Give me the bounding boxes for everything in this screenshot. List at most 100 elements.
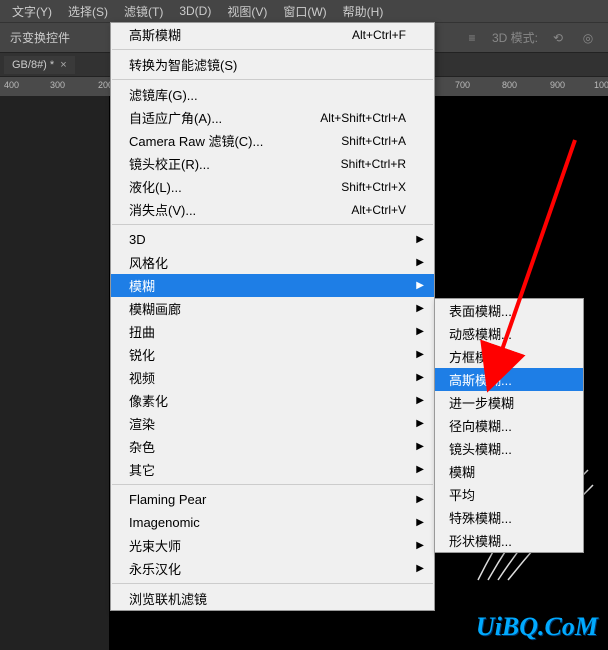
menu-other-sub[interactable]: 其它 ▶ <box>111 458 434 481</box>
submenu-arrow-icon: ▶ <box>416 540 424 551</box>
menu-distort-sub[interactable]: 扭曲 ▶ <box>111 320 434 343</box>
menu-item-label: 3D <box>129 232 146 247</box>
submenu-arrow-icon: ▶ <box>416 257 424 268</box>
menu-separator <box>112 224 433 225</box>
menu-liquify[interactable]: 液化(L)... Shift+Ctrl+X <box>111 175 434 198</box>
menu-camera-raw[interactable]: Camera Raw 滤镜(C)... Shift+Ctrl+A <box>111 129 434 152</box>
menu-pixelate-sub[interactable]: 像素化▶ <box>111 389 434 412</box>
blur-submenu: 表面模糊... 动感模糊... 方框模糊... 高斯模糊... 进一步模糊 径向… <box>434 298 584 553</box>
menu-noise-sub[interactable]: 杂色 ▶ <box>111 435 434 458</box>
menu-separator <box>112 49 433 50</box>
menu-sharpen-sub[interactable]: 锐化▶ <box>111 343 434 366</box>
menu-view[interactable]: 视图(V) <box>219 3 275 20</box>
menu-text[interactable]: 文字(Y) <box>4 3 60 20</box>
submenu-arrow-icon: ▶ <box>416 326 424 337</box>
menu-separator <box>112 79 433 80</box>
menu-item-label: 滤镜库(G)... <box>129 85 198 104</box>
menu-separator <box>112 484 433 485</box>
menu-item-label: 渲染 <box>129 414 155 433</box>
menu-item-label: 像素化 <box>129 391 168 410</box>
3d-mode-label: 3D 模式: <box>492 29 538 46</box>
submenu-arrow-icon: ▶ <box>416 517 424 528</box>
menu-flaming-pear[interactable]: Flaming Pear▶ <box>111 488 434 511</box>
menu-item-label: Camera Raw 滤镜(C)... <box>129 131 263 150</box>
menu-item-label: 浏览联机滤镜 <box>129 589 207 608</box>
submenu-arrow-icon: ▶ <box>416 563 424 574</box>
align-icon[interactable]: ≡ <box>462 28 482 48</box>
menu-yongle[interactable]: 永乐汉化 ▶ <box>111 557 434 580</box>
menu-browse-online[interactable]: 浏览联机滤镜 <box>111 587 434 610</box>
tab-close-icon[interactable]: × <box>60 59 66 71</box>
menu-item-label: 消失点(V)... <box>129 200 196 219</box>
menu-shortcut: Shift+Ctrl+X <box>341 180 406 194</box>
submenu-arrow-icon: ▶ <box>416 441 424 452</box>
transform-controls-label: 示变换控件 <box>4 27 76 48</box>
menu-blur-sub[interactable]: 模糊 ▶ <box>111 274 434 297</box>
menu-shortcut: Alt+Shift+Ctrl+A <box>320 111 406 125</box>
menu-item-label: 转换为智能滤镜(S) <box>129 55 237 74</box>
ruler-tick: 400 <box>4 80 19 90</box>
menu-stylize-sub[interactable]: 风格化▶ <box>111 251 434 274</box>
watermark: UiBQ.CoM <box>476 612 598 642</box>
submenu-arrow-icon: ▶ <box>416 234 424 245</box>
submenu-arrow-icon: ▶ <box>416 280 424 291</box>
menu-item-label: 扭曲 <box>129 322 155 341</box>
menu-item-label: 其它 <box>129 460 155 479</box>
menu-3d-sub[interactable]: 3D ▶ <box>111 228 434 251</box>
menu-imagenomic[interactable]: Imagenomic ▶ <box>111 511 434 534</box>
submenu-average[interactable]: 平均 <box>435 483 583 506</box>
submenu-shape-blur[interactable]: 形状模糊... <box>435 529 583 552</box>
menu-filter-gallery[interactable]: 滤镜库(G)... <box>111 83 434 106</box>
submenu-special-blur[interactable]: 特殊模糊... <box>435 506 583 529</box>
submenu-arrow-icon: ▶ <box>416 349 424 360</box>
menu-shortcut: Shift+Ctrl+R <box>341 157 406 171</box>
menu-3d[interactable]: 3D(D) <box>171 4 219 18</box>
menu-select[interactable]: 选择(S) <box>60 3 116 20</box>
submenu-lens-blur[interactable]: 镜头模糊... <box>435 437 583 460</box>
submenu-gaussian-blur[interactable]: 高斯模糊... <box>435 368 583 391</box>
submenu-motion-blur[interactable]: 动感模糊... <box>435 322 583 345</box>
ruler-tick: 800 <box>502 80 517 90</box>
menu-light-master[interactable]: 光束大师▶ <box>111 534 434 557</box>
menu-item-label: 杂色 <box>129 437 155 456</box>
menu-convert-smart-filter[interactable]: 转换为智能滤镜(S) <box>111 53 434 76</box>
menu-item-label: 高斯模糊 <box>129 25 181 44</box>
filter-dropdown-menu: 高斯模糊 Alt+Ctrl+F 转换为智能滤镜(S) 滤镜库(G)... 自适应… <box>110 22 435 611</box>
menu-render-sub[interactable]: 渲染▶ <box>111 412 434 435</box>
menubar: 文字(Y) 选择(S) 滤镜(T) 3D(D) 视图(V) 窗口(W) 帮助(H… <box>0 0 608 22</box>
tab-label: GB/8#) * <box>12 59 54 71</box>
ruler-tick: 1000 <box>594 80 608 90</box>
submenu-blur[interactable]: 模糊 <box>435 460 583 483</box>
ruler-tick: 700 <box>455 80 470 90</box>
menu-filter[interactable]: 滤镜(T) <box>116 3 171 20</box>
submenu-surface-blur[interactable]: 表面模糊... <box>435 299 583 322</box>
menu-shortcut: Alt+Ctrl+V <box>351 203 406 217</box>
menu-item-label: 模糊 <box>129 276 155 295</box>
menu-blur-gallery-sub[interactable]: 模糊画廊▶ <box>111 297 434 320</box>
document-tab[interactable]: GB/8#) * × <box>4 56 75 74</box>
submenu-arrow-icon: ▶ <box>416 464 424 475</box>
camera-icon[interactable]: ◎ <box>578 28 598 48</box>
menu-vanishing-point[interactable]: 消失点(V)... Alt+Ctrl+V <box>111 198 434 221</box>
menu-shortcut: Shift+Ctrl+A <box>341 134 406 148</box>
menu-item-label: 镜头校正(R)... <box>129 154 210 173</box>
menu-lens-correction[interactable]: 镜头校正(R)... Shift+Ctrl+R <box>111 152 434 175</box>
orbit-icon[interactable]: ⟲ <box>548 28 568 48</box>
submenu-further-blur[interactable]: 进一步模糊 <box>435 391 583 414</box>
menu-item-label: 自适应广角(A)... <box>129 108 222 127</box>
menu-window[interactable]: 窗口(W) <box>275 3 334 20</box>
menu-separator <box>112 583 433 584</box>
menu-last-filter[interactable]: 高斯模糊 Alt+Ctrl+F <box>111 23 434 46</box>
ruler-tick: 900 <box>550 80 565 90</box>
menu-adaptive-wide-angle[interactable]: 自适应广角(A)... Alt+Shift+Ctrl+A <box>111 106 434 129</box>
submenu-box-blur[interactable]: 方框模糊... <box>435 345 583 368</box>
menu-shortcut: Alt+Ctrl+F <box>352 28 406 42</box>
menu-item-label: 永乐汉化 <box>129 559 181 578</box>
menu-help[interactable]: 帮助(H) <box>335 3 392 20</box>
menu-item-label: Flaming Pear <box>129 492 206 507</box>
menu-item-label: 液化(L)... <box>129 177 182 196</box>
menu-item-label: Imagenomic <box>129 515 200 530</box>
menu-video-sub[interactable]: 视频▶ <box>111 366 434 389</box>
menu-item-label: 视频 <box>129 368 155 387</box>
submenu-radial-blur[interactable]: 径向模糊... <box>435 414 583 437</box>
